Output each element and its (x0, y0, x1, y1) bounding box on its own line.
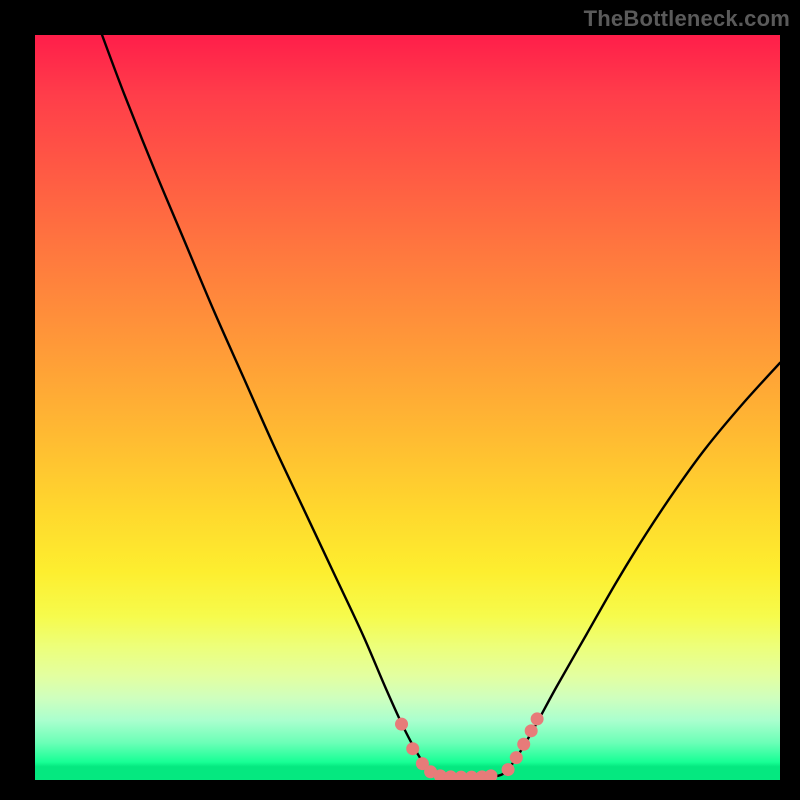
data-marker (510, 751, 523, 764)
marker-group (395, 712, 544, 780)
data-marker (517, 738, 530, 751)
chart-frame: TheBottleneck.com (0, 0, 800, 800)
data-marker (406, 742, 419, 755)
plot-area (35, 35, 780, 780)
data-marker (395, 718, 408, 731)
data-marker (502, 763, 515, 776)
data-marker (484, 769, 497, 780)
bottleneck-curve (102, 35, 780, 777)
watermark-text: TheBottleneck.com (584, 6, 790, 32)
curve-group (102, 35, 780, 777)
data-marker (531, 712, 544, 725)
chart-svg (35, 35, 780, 780)
data-marker (525, 724, 538, 737)
